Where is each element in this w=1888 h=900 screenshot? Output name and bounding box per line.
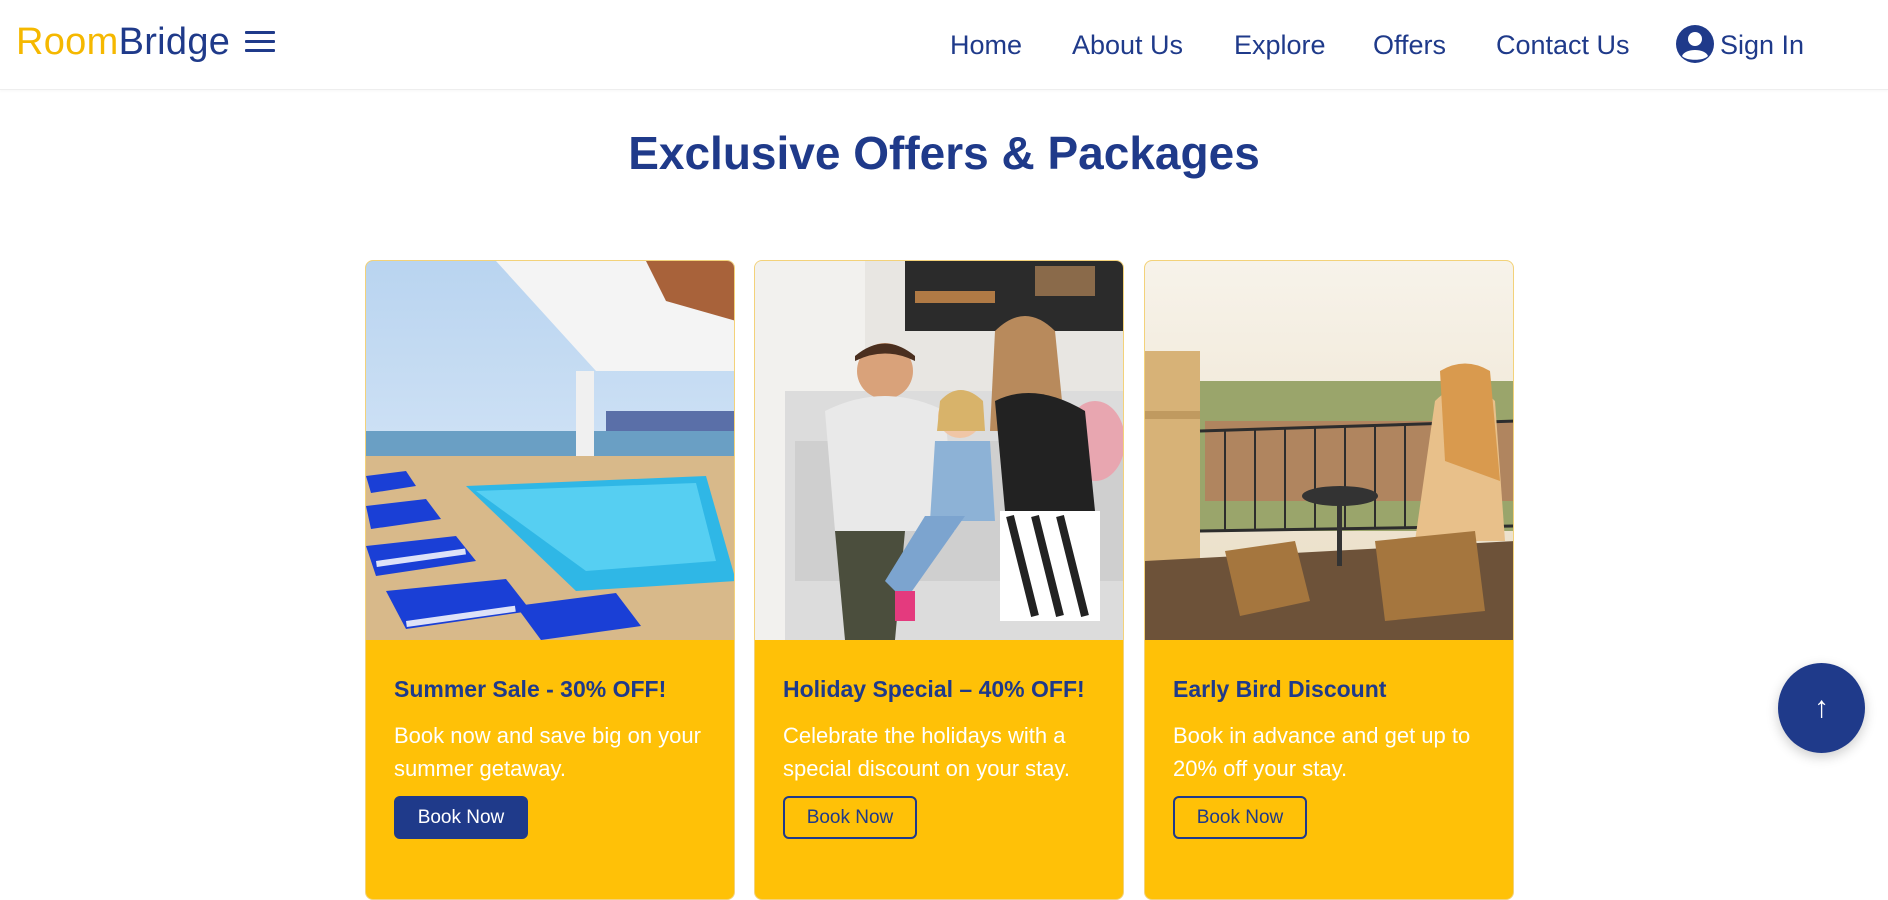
- offer-title: Summer Sale - 30% OFF!: [394, 676, 667, 702]
- sign-in-link[interactable]: Sign In: [1720, 25, 1804, 65]
- menu-hamburger-icon[interactable]: [245, 31, 275, 53]
- offer-description: Book in advance and get up to 20% off yo…: [1173, 723, 1471, 781]
- scroll-to-top-button[interactable]: ↑: [1778, 663, 1865, 753]
- offer-description: Book now and save big on your summer get…: [394, 723, 701, 781]
- offer-card-body: Holiday Special – 40% OFF! Celebrate the…: [783, 672, 1103, 839]
- top-header: RoomBridge Home About Us Explore Offers …: [0, 0, 1888, 90]
- arrow-up-icon: ↑: [1814, 691, 1829, 724]
- brand-logo[interactable]: RoomBridge: [16, 21, 230, 64]
- section-title: Exclusive Offers & Packages: [628, 127, 1260, 179]
- book-now-button[interactable]: Book Now: [394, 796, 528, 839]
- offer-card: Early Bird Discount Book in advance and …: [1144, 260, 1514, 900]
- nav-link-offers[interactable]: Offers: [1373, 25, 1446, 65]
- book-now-button[interactable]: Book Now: [783, 796, 917, 839]
- offer-title: Holiday Special – 40% OFF!: [783, 676, 1085, 702]
- offer-description: Celebrate the holidays with a special di…: [783, 723, 1070, 781]
- nav-link-about-us[interactable]: About Us: [1072, 25, 1183, 65]
- rooftop-pool-photo: [366, 261, 734, 640]
- offer-card-body: Early Bird Discount Book in advance and …: [1173, 672, 1493, 839]
- nav-link-home[interactable]: Home: [950, 25, 1022, 65]
- offer-card-body: Summer Sale - 30% OFF! Book now and save…: [394, 672, 714, 839]
- offer-card: Summer Sale - 30% OFF! Book now and save…: [365, 260, 735, 900]
- balcony-breakfast-photo: [1145, 261, 1513, 640]
- nav-link-explore[interactable]: Explore: [1234, 25, 1326, 65]
- brand-logo-part2: Bridge: [118, 21, 231, 63]
- user-circle-icon[interactable]: [1675, 24, 1715, 64]
- nav-link-contact-us[interactable]: Contact Us: [1496, 25, 1630, 65]
- family-on-sofa-photo: [755, 261, 1123, 640]
- brand-logo-part1: Room: [16, 21, 119, 63]
- book-now-button[interactable]: Book Now: [1173, 796, 1307, 839]
- offer-title: Early Bird Discount: [1173, 676, 1387, 702]
- offer-card: Holiday Special – 40% OFF! Celebrate the…: [754, 260, 1124, 900]
